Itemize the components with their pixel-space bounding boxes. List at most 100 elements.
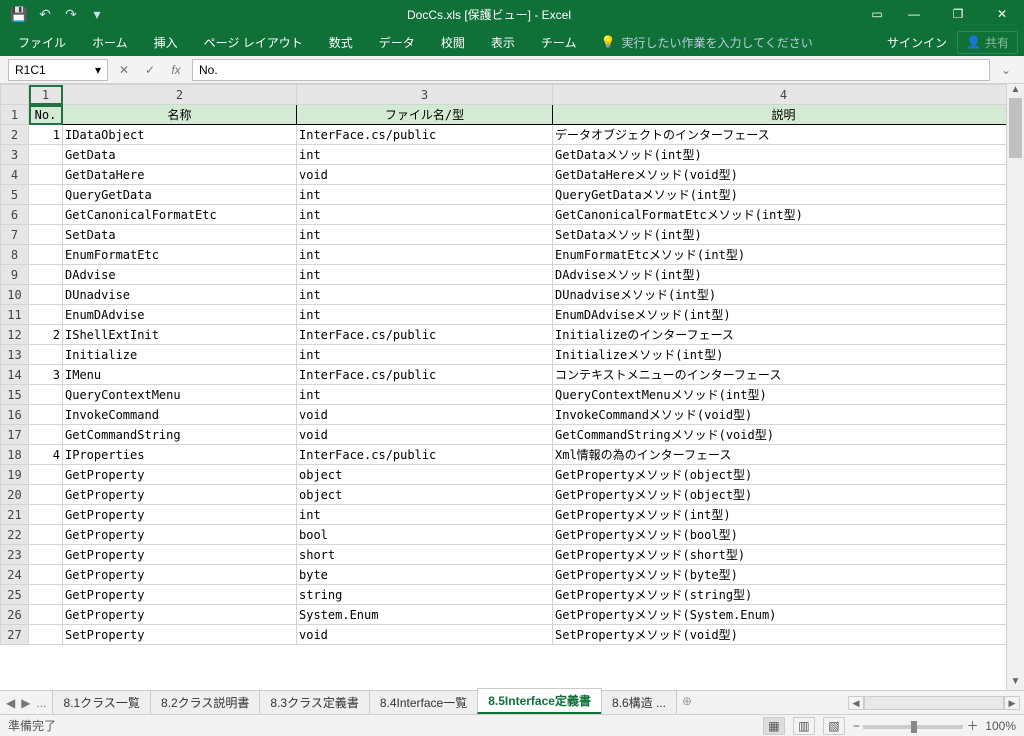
view-page-layout-button[interactable]: ▥ xyxy=(793,717,815,735)
cell[interactable]: void xyxy=(297,165,553,185)
row-header[interactable]: 20 xyxy=(1,485,29,505)
expand-formula-bar[interactable]: ⌄ xyxy=(996,63,1016,77)
row-header[interactable]: 11 xyxy=(1,305,29,325)
cell[interactable]: GetCanonicalFormatEtc xyxy=(63,205,297,225)
column-header[interactable]: 3 xyxy=(297,85,553,105)
cell[interactable]: SetData xyxy=(63,225,297,245)
cell[interactable]: Initializeメソッド(int型) xyxy=(553,345,1007,365)
cell[interactable] xyxy=(29,205,63,225)
cell[interactable]: EnumDAdvise xyxy=(63,305,297,325)
hscroll-right[interactable]: ▶ xyxy=(1004,696,1020,710)
ribbon-tab-数式[interactable]: 数式 xyxy=(317,28,365,57)
sheet-tab[interactable]: 8.6構造 ... xyxy=(601,690,677,714)
column-header[interactable]: 2 xyxy=(63,85,297,105)
cell[interactable]: int xyxy=(297,265,553,285)
cell[interactable]: 4 xyxy=(29,445,63,465)
row-header[interactable]: 1 xyxy=(1,105,29,125)
cell[interactable] xyxy=(29,525,63,545)
cell[interactable]: int xyxy=(297,505,553,525)
view-normal-button[interactable]: ▦ xyxy=(763,717,785,735)
cell[interactable]: GetPropertyメソッド(short型) xyxy=(553,545,1007,565)
cell[interactable]: int xyxy=(297,305,553,325)
cell[interactable] xyxy=(29,565,63,585)
cell[interactable] xyxy=(29,605,63,625)
cell[interactable]: GetProperty xyxy=(63,505,297,525)
cell[interactable]: QueryContextMenuメソッド(int型) xyxy=(553,385,1007,405)
row-header[interactable]: 4 xyxy=(1,165,29,185)
close-button[interactable]: ✕ xyxy=(980,0,1024,28)
cell[interactable] xyxy=(29,385,63,405)
cell[interactable]: GetPropertyメソッド(object型) xyxy=(553,465,1007,485)
maximize-button[interactable]: ❐ xyxy=(936,0,980,28)
cell[interactable]: QueryGetData xyxy=(63,185,297,205)
share-button[interactable]: 👤 共有 xyxy=(957,31,1018,54)
cell[interactable] xyxy=(29,345,63,365)
cell[interactable]: QueryContextMenu xyxy=(63,385,297,405)
fx-button[interactable]: fx xyxy=(166,63,186,77)
cell[interactable]: GetDataメソッド(int型) xyxy=(553,145,1007,165)
row-header[interactable]: 5 xyxy=(1,185,29,205)
cancel-formula-button[interactable]: ✕ xyxy=(114,63,134,77)
row-header[interactable]: 8 xyxy=(1,245,29,265)
cell[interactable]: IDataObject xyxy=(63,125,297,145)
hscroll-track[interactable] xyxy=(864,696,1004,710)
cell[interactable]: GetProperty xyxy=(63,605,297,625)
cell[interactable]: GetProperty xyxy=(63,525,297,545)
cell[interactable] xyxy=(29,425,63,445)
cell[interactable]: IMenu xyxy=(63,365,297,385)
zoom-slider[interactable] xyxy=(863,725,963,729)
row-header[interactable]: 27 xyxy=(1,625,29,645)
row-header[interactable]: 19 xyxy=(1,465,29,485)
name-box[interactable]: R1C1 ▾ xyxy=(8,59,108,81)
undo-button[interactable]: ↶ xyxy=(34,3,56,25)
row-header[interactable]: 3 xyxy=(1,145,29,165)
cell[interactable]: EnumFormatEtcメソッド(int型) xyxy=(553,245,1007,265)
cell[interactable] xyxy=(29,405,63,425)
ribbon-tab-チーム[interactable]: チーム xyxy=(529,28,589,57)
ribbon-tab-ページ レイアウト[interactable]: ページ レイアウト xyxy=(192,28,315,57)
cell[interactable] xyxy=(29,465,63,485)
ribbon-tab-ホーム[interactable]: ホーム xyxy=(80,28,140,57)
column-header[interactable]: 1 xyxy=(29,85,63,105)
sheet-nav-next[interactable]: ▶ xyxy=(21,696,30,710)
ribbon-tab-校閲[interactable]: 校閲 xyxy=(429,28,477,57)
row-header[interactable]: 22 xyxy=(1,525,29,545)
cell[interactable]: int xyxy=(297,225,553,245)
sheet-tab[interactable]: 8.2クラス説明書 xyxy=(150,690,260,714)
cell[interactable]: int xyxy=(297,205,553,225)
cell[interactable]: GetProperty xyxy=(63,545,297,565)
cell[interactable]: GetPropertyメソッド(int型) xyxy=(553,505,1007,525)
cell[interactable]: System.Enum xyxy=(297,605,553,625)
row-header[interactable]: 21 xyxy=(1,505,29,525)
cell[interactable]: byte xyxy=(297,565,553,585)
cell[interactable]: IShellExtInit xyxy=(63,325,297,345)
header-cell[interactable]: 説明 xyxy=(553,105,1007,125)
cell[interactable]: void xyxy=(297,405,553,425)
qat-customize[interactable]: ▾ xyxy=(86,3,108,25)
horizontal-scrollbar[interactable]: ◀ ▶ xyxy=(698,691,1024,714)
row-header[interactable]: 26 xyxy=(1,605,29,625)
cell[interactable]: GetProperty xyxy=(63,585,297,605)
cell[interactable]: DUnadvise xyxy=(63,285,297,305)
cell[interactable]: Xml情報の為のインターフェース xyxy=(553,445,1007,465)
chevron-down-icon[interactable]: ▾ xyxy=(95,63,101,77)
row-header[interactable]: 7 xyxy=(1,225,29,245)
cell[interactable]: EnumDAdviseメソッド(int型) xyxy=(553,305,1007,325)
cell[interactable]: string xyxy=(297,585,553,605)
header-cell[interactable]: No. xyxy=(29,105,63,125)
cell[interactable]: InvokeCommand xyxy=(63,405,297,425)
cell[interactable]: 1 xyxy=(29,125,63,145)
cell[interactable]: SetDataメソッド(int型) xyxy=(553,225,1007,245)
cell[interactable]: GetPropertyメソッド(System.Enum) xyxy=(553,605,1007,625)
cell[interactable]: Initializeのインターフェース xyxy=(553,325,1007,345)
scroll-up-arrow[interactable]: ▲ xyxy=(1007,84,1024,98)
cell[interactable]: short xyxy=(297,545,553,565)
cell[interactable]: DUnadviseメソッド(int型) xyxy=(553,285,1007,305)
scroll-down-arrow[interactable]: ▼ xyxy=(1007,676,1024,690)
enter-formula-button[interactable]: ✓ xyxy=(140,63,160,77)
row-header[interactable]: 16 xyxy=(1,405,29,425)
cell[interactable]: IProperties xyxy=(63,445,297,465)
row-header[interactable]: 25 xyxy=(1,585,29,605)
formula-input[interactable]: No. xyxy=(192,59,990,81)
cell[interactable]: InterFace.cs/public xyxy=(297,445,553,465)
